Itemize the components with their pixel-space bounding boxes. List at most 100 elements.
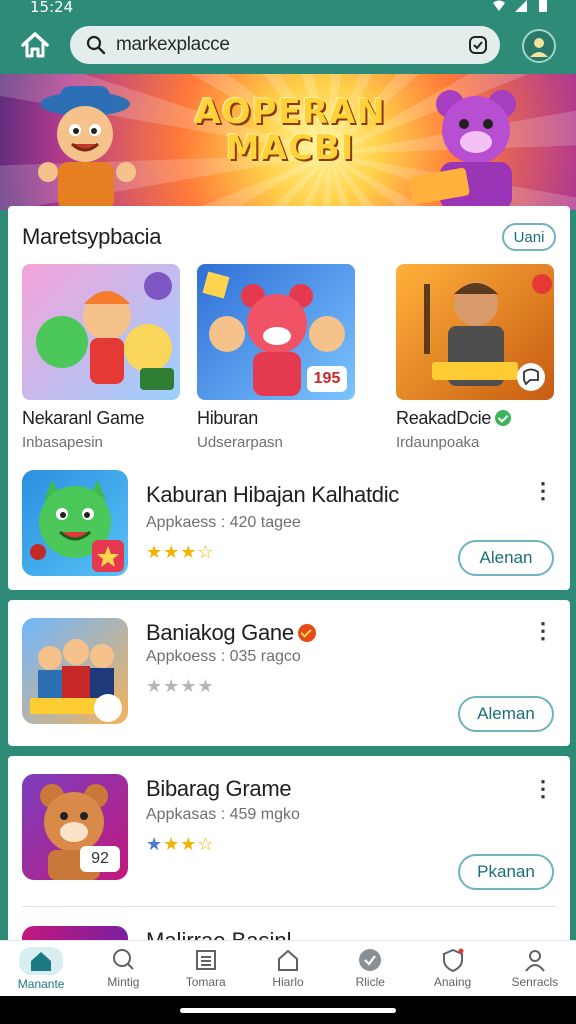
app-tile-name: Nekaranl Game: [22, 408, 145, 428]
section-title: Maretsypbacia: [22, 224, 162, 249]
top-app-bar: markexplacce: [0, 18, 576, 74]
promo-banner[interactable]: AOPERAN MACBI: [0, 74, 576, 210]
nav-item-anaing[interactable]: Anaing: [411, 941, 493, 996]
app-icon-badge: 92: [80, 846, 120, 872]
app-tile-art: [396, 264, 554, 400]
lens-icon[interactable]: [468, 35, 488, 55]
star-icon: ★: [180, 542, 198, 562]
app-tile-name: ReakadDcie: [396, 408, 554, 429]
nav-item-hiarlo[interactable]: Hiarlo: [247, 941, 329, 996]
nav-label: Rlicle: [355, 975, 385, 989]
boys-group-illustration: [30, 639, 122, 722]
app-meta: Appkasas : 459 mgko: [146, 806, 300, 823]
nav-label: Senracls: [511, 975, 559, 989]
app-tile-1[interactable]: Nekaranl Game Inbasapesin: [22, 264, 180, 451]
app-icon: [22, 618, 128, 724]
shield-icon: [442, 948, 464, 973]
person-icon: [525, 950, 545, 972]
house-icon: [277, 949, 298, 971]
bear-character-illustration: [410, 90, 516, 210]
list-item[interactable]: Kaburan Hibajan Kalhatdic Appkaess : 420…: [8, 468, 570, 588]
star-half-icon: ☆: [197, 834, 215, 854]
app-tile-art: 195: [197, 264, 355, 400]
chat-icon: [517, 363, 545, 391]
rating-stars: ★★★★: [146, 676, 215, 697]
home-icon[interactable]: [18, 28, 52, 62]
app-tile-name-text: ReakadDcie: [396, 408, 492, 428]
nav-item-mintig[interactable]: Mintig: [82, 941, 164, 996]
list-icon: [195, 950, 216, 970]
star-icon: ★: [197, 676, 215, 696]
app-title: Baniakog Gane: [146, 620, 316, 646]
nav-item-manante[interactable]: Manante: [0, 941, 82, 996]
star-icon: ★: [163, 542, 181, 562]
search-icon: [113, 949, 135, 970]
divider: [22, 906, 556, 907]
nav-item-tomara[interactable]: Tomara: [165, 941, 247, 996]
app-tile-2[interactable]: 195 Hiburan Udserarpasn: [197, 264, 355, 451]
list-item[interactable]: Baniakog Gane Appkoess : 035 ragco ★★★★ …: [8, 600, 570, 746]
verified-icon: [495, 410, 512, 426]
gesture-handle[interactable]: [180, 1008, 396, 1013]
install-button[interactable]: Alenan: [458, 540, 554, 576]
list-card: Baniakog Gane Appkoess : 035 ragco ★★★★ …: [8, 600, 570, 746]
app-tile-subtitle: Udserarpasn: [197, 434, 283, 451]
rating-stars: ★★★☆: [146, 834, 215, 855]
nav-label: Mintig: [107, 975, 140, 989]
nav-item-senracls[interactable]: Senracls: [494, 941, 576, 996]
cowboy-character-illustration: [38, 86, 136, 210]
app-tile-name: Hiburan: [197, 408, 258, 428]
nav-label: Manante: [17, 977, 65, 991]
star-icon: ★: [180, 834, 198, 854]
nav-item-rlicle[interactable]: Rlicle: [329, 941, 411, 996]
nav-label: Hiarlo: [272, 975, 304, 989]
more-options-icon[interactable]: ⋮: [532, 618, 554, 644]
star-icon: ★: [146, 676, 164, 696]
app-title: Kaburan Hibajan Kalhatdic: [146, 482, 400, 507]
more-options-icon[interactable]: ⋮: [532, 478, 554, 504]
app-tile-subtitle: Irdaunpoaka: [396, 434, 480, 451]
avatar-icon: [530, 38, 548, 57]
badge-icon: [297, 624, 316, 642]
nav-active-indicator: [19, 947, 64, 975]
app-meta: Appkoess : 035 ragco: [146, 648, 301, 665]
gesture-navigation-area: [0, 996, 576, 1024]
search-icon: [86, 35, 106, 55]
app-tile-art: [22, 264, 180, 400]
check-circle-icon: [359, 949, 382, 971]
banner-title: AOPERAN MACBI: [194, 92, 386, 168]
star-icon: ★: [180, 676, 198, 696]
home-icon: [31, 952, 52, 971]
featured-section: Maretsypbacia Uani Nekaranl Game Inbasap…: [8, 206, 570, 590]
list-item[interactable]: 92 Bibarag Grame Appkasas : 459 mgko ★★★…: [8, 756, 570, 906]
account-avatar[interactable]: [522, 29, 556, 63]
status-time: 15:24: [30, 0, 74, 16]
battery-icon: [539, 0, 547, 12]
wifi-icon: [493, 0, 505, 11]
search-bar[interactable]: markexplacce: [70, 26, 500, 64]
app-title-text: Baniakog Gane: [146, 620, 294, 645]
list-card: 92 Bibarag Grame Appkasas : 459 mgko ★★★…: [8, 756, 570, 956]
status-bar: 15:24: [0, 0, 576, 18]
star-icon: ★: [163, 676, 181, 696]
rating-stars: ★★★☆: [146, 542, 215, 563]
green-cat-illustration: [30, 480, 124, 572]
install-button[interactable]: Aleman: [458, 696, 554, 732]
see-more-button[interactable]: Uani: [502, 223, 556, 251]
app-icon: 92: [22, 774, 128, 880]
search-query[interactable]: markexplacce: [116, 34, 230, 56]
cartoon-friends-illustration: [36, 272, 174, 390]
more-options-icon[interactable]: ⋮: [532, 776, 554, 802]
app-tile-subtitle: Inbasapesin: [22, 434, 103, 451]
signal-icon: [515, 0, 527, 12]
bottom-navigation: Manante Mintig Tomara Hiarlo Rlicle Anai…: [0, 940, 576, 996]
nav-label: Tomara: [185, 975, 226, 989]
star-icon: ★: [146, 834, 164, 854]
app-meta: Appkaess : 420 tagee: [146, 514, 301, 531]
nav-label: Anaing: [433, 975, 472, 989]
star-icon: ★: [163, 834, 181, 854]
app-tile-3[interactable]: ReakadDcie Irdaunpoaka: [396, 264, 554, 451]
app-icon: [22, 470, 128, 576]
install-button[interactable]: Pkanan: [458, 854, 554, 890]
star-icon: ★: [146, 542, 164, 562]
